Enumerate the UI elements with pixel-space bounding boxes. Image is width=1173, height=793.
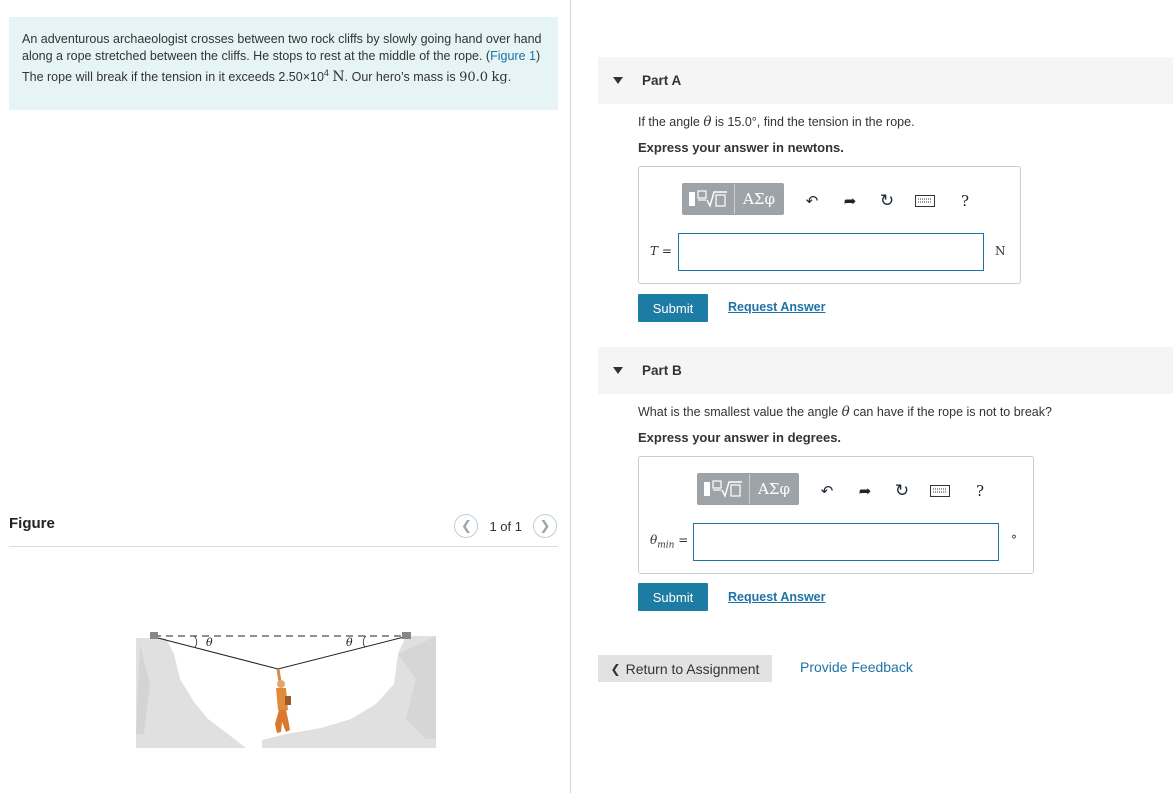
figure-image: θ θ <box>136 632 436 748</box>
mass-value: 90.0 <box>459 70 489 86</box>
problem-text-1: An adventurous archaeologist crosses bet… <box>22 32 542 63</box>
keyboard-icon[interactable] <box>913 189 937 213</box>
part-a-request-answer-link[interactable]: Request Answer <box>728 300 825 314</box>
undo-icon[interactable]: ↶ <box>800 189 824 213</box>
help-icon[interactable]: ? <box>968 479 992 503</box>
problem-text-3: . Our hero’s mass is <box>344 70 456 85</box>
prev-figure-button[interactable]: ❮ <box>454 514 479 538</box>
collapse-triangle-icon <box>613 77 623 84</box>
reset-icon[interactable]: ↻ <box>875 189 899 213</box>
part-a-instruction: Express your answer in newtons. <box>638 140 844 155</box>
greek-symbols-button[interactable]: ΑΣφ <box>735 184 783 214</box>
part-b-toolbar-group: ΑΣφ <box>697 473 799 505</box>
help-icon[interactable]: ? <box>953 189 977 213</box>
return-to-assignment-button[interactable]: ❮ Return to Assignment <box>598 655 772 682</box>
chevron-right-icon: ❯ <box>539 518 551 533</box>
left-pane: An adventurous archaeologist crosses bet… <box>0 0 571 793</box>
figure-title: Figure <box>9 515 55 532</box>
figure-link[interactable]: Figure 1 <box>490 49 536 63</box>
part-b-unit: ° <box>1011 533 1017 547</box>
tension-exponent: 4 <box>323 68 329 78</box>
left-anchor <box>150 632 158 639</box>
part-a-answer-label: T = <box>650 244 672 258</box>
keyboard-icon[interactable] <box>928 479 952 503</box>
part-b-header[interactable]: Part B <box>598 347 1173 394</box>
angle-label-left: θ <box>206 636 213 649</box>
part-b-title: Part B <box>642 363 682 378</box>
templates-button[interactable] <box>698 474 750 504</box>
collapse-triangle-icon <box>613 367 623 374</box>
undo-icon[interactable]: ↶ <box>815 479 839 503</box>
part-a-toolbar-group: ΑΣφ <box>682 183 784 215</box>
theta-symbol: θ <box>841 404 850 420</box>
part-b-question-post: can have if the rope is not to break? <box>853 405 1052 419</box>
part-a-question-pre: If the angle <box>638 115 700 129</box>
part-b-answer-label: θmin = <box>650 533 688 550</box>
left-cliff <box>136 638 246 748</box>
right-anchor <box>402 632 411 639</box>
part-a-submit-button[interactable]: Submit <box>638 294 708 322</box>
part-a-answer-input[interactable] <box>678 233 984 271</box>
templates-button[interactable] <box>683 184 735 214</box>
right-pane: Part A If the angle θ is 15.0°, find the… <box>571 0 1173 793</box>
min-subscript: min <box>657 540 675 551</box>
part-b-request-answer-link[interactable]: Request Answer <box>728 590 825 604</box>
chevron-left-icon: ❮ <box>461 518 472 533</box>
archaeologist <box>275 668 291 733</box>
part-a-header[interactable]: Part A <box>598 57 1173 104</box>
greek-symbols-button[interactable]: ΑΣφ <box>750 474 798 504</box>
figure-count: 1 of 1 <box>489 518 522 534</box>
part-a-question-post: is 15.0°, find the tension in the rope. <box>714 115 915 129</box>
templates-icon <box>688 190 727 208</box>
left-angle-arc <box>193 635 198 648</box>
return-label: Return to Assignment <box>625 660 760 677</box>
part-a-unit: N <box>995 244 1006 258</box>
part-a-answer-panel: ΑΣφ ↶ ➦ ↻ ? T = N <box>638 166 1021 284</box>
templates-icon <box>703 480 742 498</box>
problem-statement: An adventurous archaeologist crosses bet… <box>9 17 558 110</box>
next-figure-button[interactable]: ❯ <box>533 514 557 538</box>
theta-symbol: θ <box>703 114 712 130</box>
part-b-instruction: Express your answer in degrees. <box>638 430 842 445</box>
angle-label-right: θ <box>346 636 353 649</box>
provide-feedback-link[interactable]: Provide Feedback <box>800 659 913 675</box>
chevron-left-icon: ❮ <box>610 661 621 676</box>
equals-sign: = <box>678 533 689 547</box>
figure-pager: ❮ 1 of 1 ❯ <box>454 514 557 538</box>
part-b-answer-input[interactable] <box>693 523 999 561</box>
redo-icon[interactable]: ➦ <box>853 479 877 503</box>
mass-unit: kg <box>491 70 508 86</box>
redo-icon[interactable]: ➦ <box>838 189 862 213</box>
figure-header: Figure ❮ 1 of 1 ❯ <box>9 512 558 547</box>
rope <box>153 635 409 670</box>
part-a-title: Part A <box>642 73 682 88</box>
right-angle-arc <box>362 635 367 648</box>
problem-text-4: . <box>507 70 512 85</box>
reset-icon[interactable]: ↻ <box>890 479 914 503</box>
part-b-question-pre: What is the smallest value the angle <box>638 405 839 419</box>
part-b-submit-button[interactable]: Submit <box>638 583 708 611</box>
part-b-answer-panel: ΑΣφ ↶ ➦ ↻ ? θmin = ° <box>638 456 1034 574</box>
part-a-question: If the angle θ is 15.0°, find the tensio… <box>638 114 915 130</box>
part-b-question: What is the smallest value the angle θ c… <box>638 404 1052 420</box>
tension-unit: N <box>332 69 345 86</box>
